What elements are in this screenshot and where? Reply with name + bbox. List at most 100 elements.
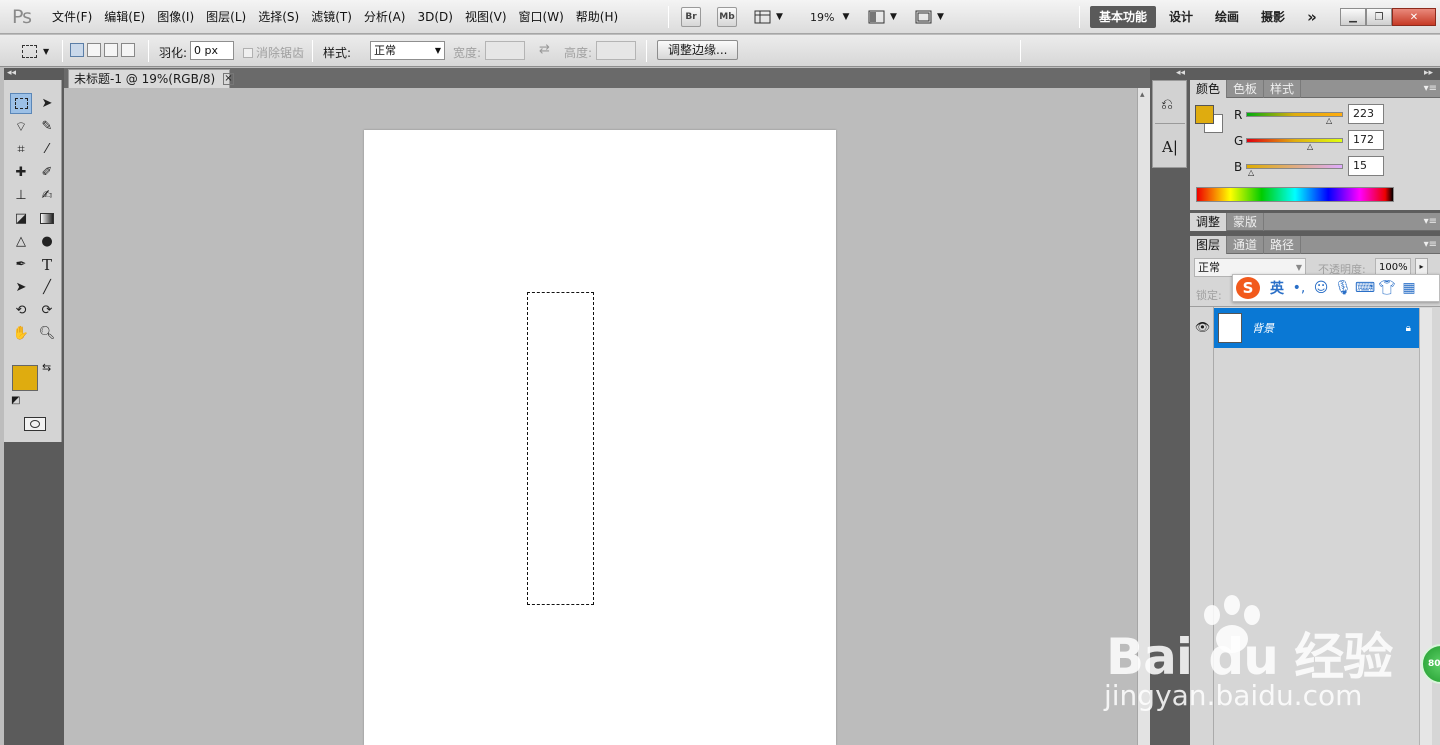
default-colors-icon[interactable]: ◩ <box>11 395 20 406</box>
marquee-tool[interactable] <box>10 93 32 114</box>
crop-tool[interactable]: ⌗ <box>10 139 32 160</box>
subtract-from-selection-icon[interactable] <box>104 43 118 57</box>
zoom-tool[interactable]: 🔍︎ <box>36 323 58 344</box>
document-tab[interactable]: 未标题-1 @ 19%(RGB/8) × <box>68 69 234 88</box>
add-to-selection-icon[interactable] <box>87 43 101 57</box>
history-brush-tool[interactable]: ✍ <box>36 185 58 206</box>
workspace-photography[interactable]: 摄影 <box>1252 6 1294 28</box>
document-canvas[interactable] <box>364 130 836 745</box>
character-panel-icon[interactable]: A| <box>1162 138 1178 156</box>
hand-tool[interactable]: ✋ <box>10 323 32 344</box>
tab-swatches[interactable]: 色板 <box>1227 79 1265 98</box>
foreground-color-swatch[interactable] <box>12 365 38 391</box>
menu-help[interactable]: 帮助(H) <box>570 0 624 34</box>
menu-image[interactable]: 图像(I) <box>151 0 200 34</box>
lasso-tool[interactable]: ⌔ <box>10 116 32 137</box>
workspace-design[interactable]: 设计 <box>1160 6 1202 28</box>
width-input[interactable] <box>485 41 525 60</box>
3d-rotate-tool[interactable]: ⟲ <box>10 300 32 321</box>
voice-icon[interactable]: 🎙︎ <box>1332 280 1354 296</box>
clone-stamp-tool[interactable]: ⊥ <box>10 185 32 206</box>
more-workspaces-button[interactable]: » <box>1298 6 1326 28</box>
skin-icon[interactable]: 👕︎ <box>1376 280 1398 296</box>
eyedropper-tool[interactable]: ⁄ <box>36 139 58 160</box>
panel-menu-icon[interactable]: ▾≡ <box>1424 216 1437 227</box>
intersect-selection-icon[interactable] <box>121 43 135 57</box>
channel-r-input[interactable]: 223 <box>1348 104 1384 124</box>
tab-paths[interactable]: 路径 <box>1264 235 1302 254</box>
tool-preset-picker[interactable]: ▼ <box>22 41 49 61</box>
bridge-button[interactable]: Br <box>681 7 701 27</box>
workspace-painting[interactable]: 绘画 <box>1206 6 1248 28</box>
arrange-dropdown[interactable]: ▼ <box>867 7 897 27</box>
height-input[interactable] <box>596 41 636 60</box>
blur-tool[interactable]: △ <box>10 231 32 252</box>
panel-menu-icon[interactable]: ▾≡ <box>1424 83 1437 94</box>
screen-mode-dropdown[interactable]: ▼ <box>914 7 944 27</box>
keyboard-icon[interactable]: ⌨ <box>1354 280 1376 296</box>
vertical-scrollbar[interactable]: ▴ <box>1137 88 1150 745</box>
restore-button[interactable]: ❐ <box>1366 8 1392 26</box>
gradient-tool[interactable] <box>36 208 58 229</box>
tab-styles[interactable]: 样式 <box>1264 79 1302 98</box>
quick-selection-tool[interactable]: ✎ <box>36 116 58 137</box>
emoji-icon[interactable]: ☺ <box>1310 280 1332 296</box>
sogou-logo-icon[interactable]: S <box>1236 277 1260 299</box>
ime-mode-toggle[interactable]: 英 <box>1266 278 1288 298</box>
collapse-dock-icon[interactable]: ◂◂ <box>1176 68 1185 78</box>
tab-color[interactable]: 颜色 <box>1190 79 1228 98</box>
3d-orbit-tool[interactable]: ⟳ <box>36 300 58 321</box>
refine-edge-button[interactable]: 调整边缘... <box>657 40 739 60</box>
mini-bridge-button[interactable]: Mb <box>717 7 737 27</box>
panel-foreground-swatch[interactable] <box>1195 105 1214 124</box>
menu-analysis[interactable]: 分析(A) <box>358 0 412 34</box>
move-tool[interactable]: ➤ <box>36 93 58 114</box>
channel-g-slider[interactable] <box>1246 138 1343 143</box>
channel-b-thumb[interactable]: △ <box>1248 168 1254 177</box>
menu-3d[interactable]: 3D(D) <box>411 0 458 34</box>
minimize-button[interactable]: ▁ <box>1340 8 1366 26</box>
quick-mask-button[interactable] <box>24 417 46 431</box>
color-spectrum-bar[interactable] <box>1196 187 1394 202</box>
menu-filter[interactable]: 滤镜(T) <box>305 0 358 34</box>
menu-layer[interactable]: 图层(L) <box>200 0 252 34</box>
close-document-icon[interactable]: × <box>223 73 234 85</box>
brush-tool[interactable]: ✐ <box>36 162 58 183</box>
channel-b-slider[interactable] <box>1246 164 1343 169</box>
eye-icon[interactable]: 👁︎ <box>1195 320 1210 334</box>
punctuation-icon[interactable]: •, <box>1288 280 1310 296</box>
menu-file[interactable]: 文件(F) <box>46 0 98 34</box>
zoom-dropdown[interactable]: 19% ▼ <box>810 7 849 27</box>
dodge-tool[interactable]: ● <box>36 231 58 252</box>
tab-layers[interactable]: 图层 <box>1190 235 1228 254</box>
expand-panels-icon[interactable]: ▸▸ <box>1424 68 1433 78</box>
panel-menu-icon[interactable]: ▾≡ <box>1424 239 1437 250</box>
swap-icon[interactable]: ⇄ <box>539 42 550 57</box>
new-selection-icon[interactable] <box>70 43 84 57</box>
opacity-slider-toggle[interactable]: ▸ <box>1415 258 1428 275</box>
extras-dropdown[interactable]: ▼ <box>753 7 783 27</box>
eraser-tool[interactable]: ◪ <box>10 208 32 229</box>
toolbox-icon[interactable]: ▦ <box>1398 280 1420 296</box>
antialias-checkbox[interactable]: 消除锯齿 <box>243 44 304 61</box>
tab-adjustments[interactable]: 调整 <box>1190 212 1228 231</box>
channel-g-input[interactable]: 172 <box>1348 130 1384 150</box>
layer-row-background[interactable]: 背景 🔒︎ <box>1214 308 1419 348</box>
swap-colors-icon[interactable]: ⇆ <box>42 361 51 374</box>
scroll-up-icon[interactable]: ▴ <box>1140 90 1145 100</box>
history-panel-icon[interactable]: ⎌ <box>1161 95 1173 113</box>
channel-g-thumb[interactable]: △ <box>1307 142 1313 151</box>
channel-b-input[interactable]: 15 <box>1348 156 1384 176</box>
close-button[interactable]: ✕ <box>1392 8 1436 26</box>
collapse-toolbox-icon[interactable]: ◂◂ <box>7 68 16 78</box>
type-tool[interactable]: T <box>36 254 58 275</box>
tab-masks[interactable]: 蒙版 <box>1227 212 1265 231</box>
menu-select[interactable]: 选择(S) <box>252 0 305 34</box>
menu-window[interactable]: 窗口(W) <box>513 0 570 34</box>
tab-channels[interactable]: 通道 <box>1227 235 1265 254</box>
line-tool[interactable]: ╱ <box>36 277 58 298</box>
menu-view[interactable]: 视图(V) <box>459 0 513 34</box>
channel-r-thumb[interactable]: △ <box>1326 116 1332 125</box>
healing-brush-tool[interactable]: ✚ <box>10 162 32 183</box>
feather-input[interactable]: 0 px <box>190 41 234 60</box>
